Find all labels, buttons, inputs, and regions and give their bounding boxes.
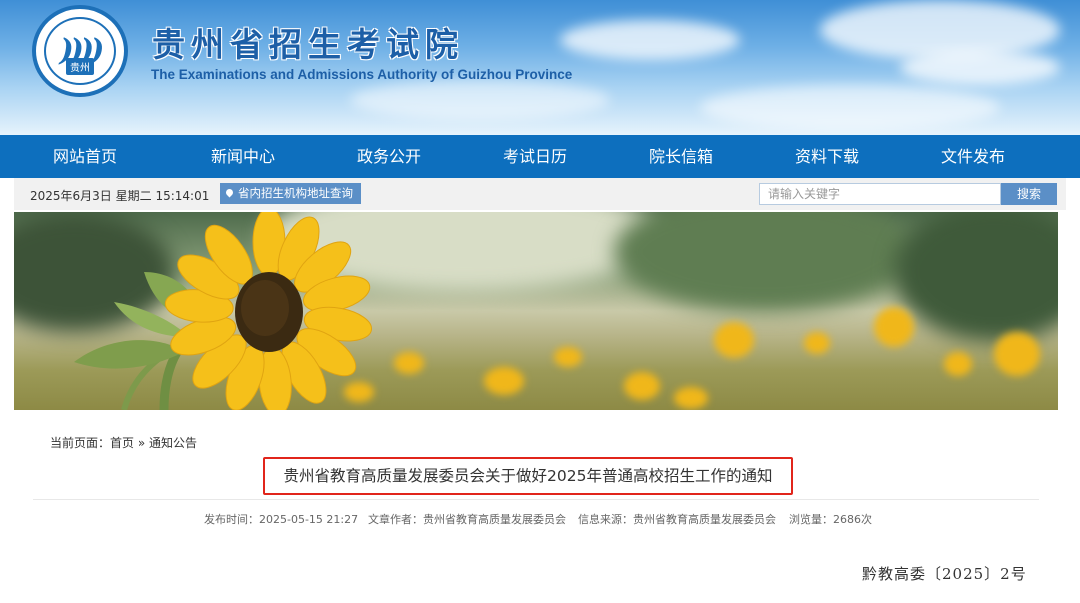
sunflower-graphic: [74, 212, 373, 410]
nav-item-downloads[interactable]: 资料下载: [754, 135, 900, 178]
location-pin-icon: [224, 187, 235, 198]
logo-tag: 贵州: [66, 58, 94, 75]
breadcrumb-prefix: 当前页面：: [50, 436, 111, 450]
breadcrumb-separator: »: [137, 436, 146, 450]
site-title-en: The Examinations and Admissions Authorit…: [151, 67, 573, 82]
nav-item-government-affairs[interactable]: 政务公开: [316, 135, 462, 178]
nav-item-exam-calendar[interactable]: 考试日历: [462, 135, 608, 178]
address-lookup-label: 省内招生机构地址查询: [238, 186, 353, 200]
site-logo[interactable]: )))) 贵州: [32, 5, 128, 97]
document-number: 黔教高委〔2025〕2号: [862, 565, 1027, 583]
article-title: 贵州省教育高质量发展委员会关于做好2025年普通高校招生工作的通知: [283, 467, 773, 485]
nav-item-documents[interactable]: 文件发布: [900, 135, 1046, 178]
view-count: 浏览量：2686次: [789, 513, 872, 526]
search-input[interactable]: [759, 183, 1001, 205]
main-nav: 网站首页 新闻中心 政务公开 考试日历 院长信箱 资料下载 文件发布: [0, 135, 1080, 178]
current-datetime: 2025年6月3日 星期二 15:14:01: [30, 189, 210, 203]
article-title-highlight: 贵州省教育高质量发展委员会关于做好2025年普通高校招生工作的通知: [263, 457, 793, 495]
breadcrumb-home-link[interactable]: 首页: [110, 436, 134, 450]
info-source: 信息来源：贵州省教育高质量发展委员会: [578, 513, 776, 526]
info-bar: 2025年6月3日 星期二 15:14:01 省内招生机构地址查询 搜索: [14, 178, 1066, 210]
breadcrumb-current[interactable]: 通知公告: [149, 436, 197, 450]
nav-item-home[interactable]: 网站首页: [0, 135, 170, 178]
title-divider: [33, 499, 1039, 500]
article-author: 文章作者：贵州省教育高质量发展委员会: [368, 513, 566, 526]
breadcrumb: 当前页面：首页 » 通知公告: [50, 434, 197, 451]
nav-item-director-mailbox[interactable]: 院长信箱: [608, 135, 754, 178]
address-lookup-button[interactable]: 省内招生机构地址查询: [220, 183, 361, 204]
nav-item-news[interactable]: 新闻中心: [170, 135, 316, 178]
site-header: )))) 贵州 贵州省招生考试院 The Examinations and Ad…: [0, 0, 1080, 135]
search-button[interactable]: 搜索: [1001, 183, 1057, 205]
site-title-cn: 贵州省招生考试院: [152, 25, 464, 64]
sunflower-banner: [14, 212, 1058, 410]
publish-time: 发布时间：2025-05-15 21:27: [204, 513, 359, 526]
